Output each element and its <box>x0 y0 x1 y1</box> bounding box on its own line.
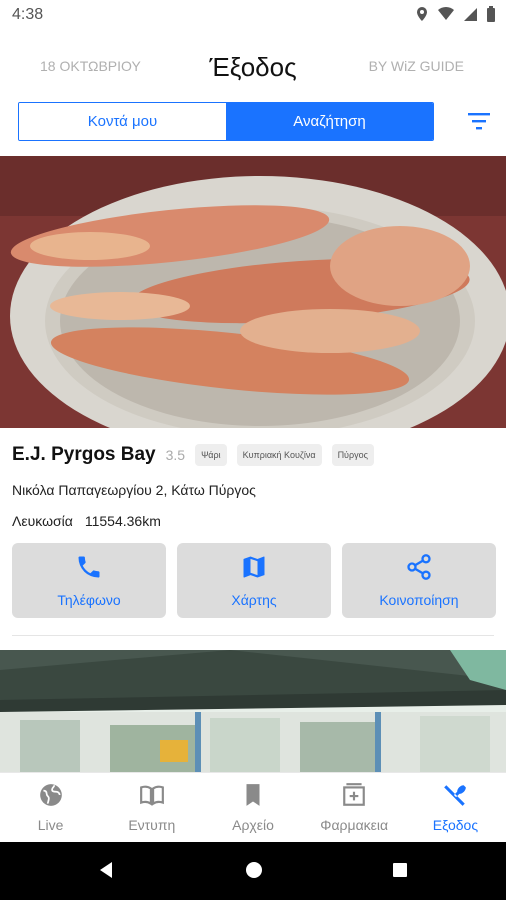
tag-chip: Ψάρι <box>195 444 227 466</box>
phone-button[interactable]: Τηλέφωνο <box>12 543 166 618</box>
status-bar: 4:38 <box>0 0 506 32</box>
header-brand: BY WiZ GUIDE <box>368 58 464 74</box>
listing-location: Λευκωσία 11554.36km <box>12 513 161 529</box>
tag-chip: Πύργος <box>331 444 374 466</box>
globe-icon <box>38 782 64 813</box>
pharmacy-icon <box>341 782 367 813</box>
listing-distance: 11554.36km <box>84 513 161 529</box>
map-button[interactable]: Χάρτης <box>177 543 331 618</box>
nav-label-live: Live <box>37 817 64 833</box>
nav-label-print: Εντυπη <box>128 817 176 833</box>
phone-icon <box>75 553 103 586</box>
share-button-label: Κοινοποίηση <box>379 592 459 608</box>
map-button-label: Χάρτης <box>231 592 277 608</box>
book-icon <box>139 782 165 813</box>
status-time: 4:38 <box>12 6 44 23</box>
next-listing-photo[interactable] <box>0 650 506 772</box>
app-screen: 4:38 18 ΟΚΤΩΒΡΙΟΥ Έξοδος BY WiZ GUIDE Κο… <box>0 0 506 900</box>
listing-actions: Τηλέφωνο Χάρτης Κοινοποίηση <box>12 543 496 618</box>
share-icon <box>405 553 433 586</box>
status-icons <box>414 6 496 22</box>
nav-item-archive[interactable]: Αρχείο <box>202 773 303 842</box>
utensils-icon <box>442 782 468 813</box>
listing-title[interactable]: E.J. Pyrgos Bay <box>12 444 156 466</box>
tab-search[interactable]: Αναζήτηση <box>226 103 433 140</box>
filter-button[interactable] <box>466 110 492 132</box>
wifi-icon <box>438 6 454 22</box>
share-button[interactable]: Κοινοποίηση <box>342 543 496 618</box>
map-icon <box>240 553 268 586</box>
bottom-navigation: Live Εντυπη Αρχείο Φαρμακεια Εξοδος <box>0 772 506 842</box>
filter-icon <box>466 113 492 136</box>
nav-item-print[interactable]: Εντυπη <box>101 773 202 842</box>
location-icon <box>414 6 430 22</box>
listing-city: Λευκωσία <box>12 513 73 529</box>
nav-label-archive: Αρχείο <box>232 817 274 833</box>
nav-item-pharmacy[interactable]: Φαρμακεια <box>304 773 405 842</box>
listing-address: Νικόλα Παπαγεωργίου 2, Κάτω Πύργος <box>12 482 256 498</box>
phone-button-label: Τηλέφωνο <box>57 592 121 608</box>
tag-chip: Κυπριακή Κουζίνα <box>236 444 322 466</box>
app-header: 18 ΟΚΤΩΒΡΙΟΥ Έξοδος BY WiZ GUIDE <box>0 44 506 88</box>
listing-photo[interactable] <box>0 156 506 428</box>
bookmark-icon <box>240 782 266 813</box>
recents-icon[interactable] <box>390 860 410 885</box>
nav-label-pharmacy: Φαρμακεια <box>320 817 389 833</box>
back-icon[interactable] <box>96 860 116 885</box>
tab-nearby[interactable]: Κοντά μου <box>19 103 226 140</box>
signal-icon <box>462 6 478 22</box>
nav-label-exodos: Εξοδος <box>432 817 479 833</box>
card-divider <box>12 635 494 636</box>
nav-item-exodos[interactable]: Εξοδος <box>405 773 506 842</box>
nav-item-live[interactable]: Live <box>0 773 101 842</box>
battery-icon <box>486 6 496 22</box>
listing-header: E.J. Pyrgos Bay 3.5 Ψάρι Κυπριακή Κουζίν… <box>12 443 374 467</box>
segmented-tabs: Κοντά μου Αναζήτηση <box>18 102 434 141</box>
system-navigation-bar <box>0 842 506 900</box>
listing-rating: 3.5 <box>165 447 186 463</box>
home-icon[interactable] <box>244 860 264 885</box>
